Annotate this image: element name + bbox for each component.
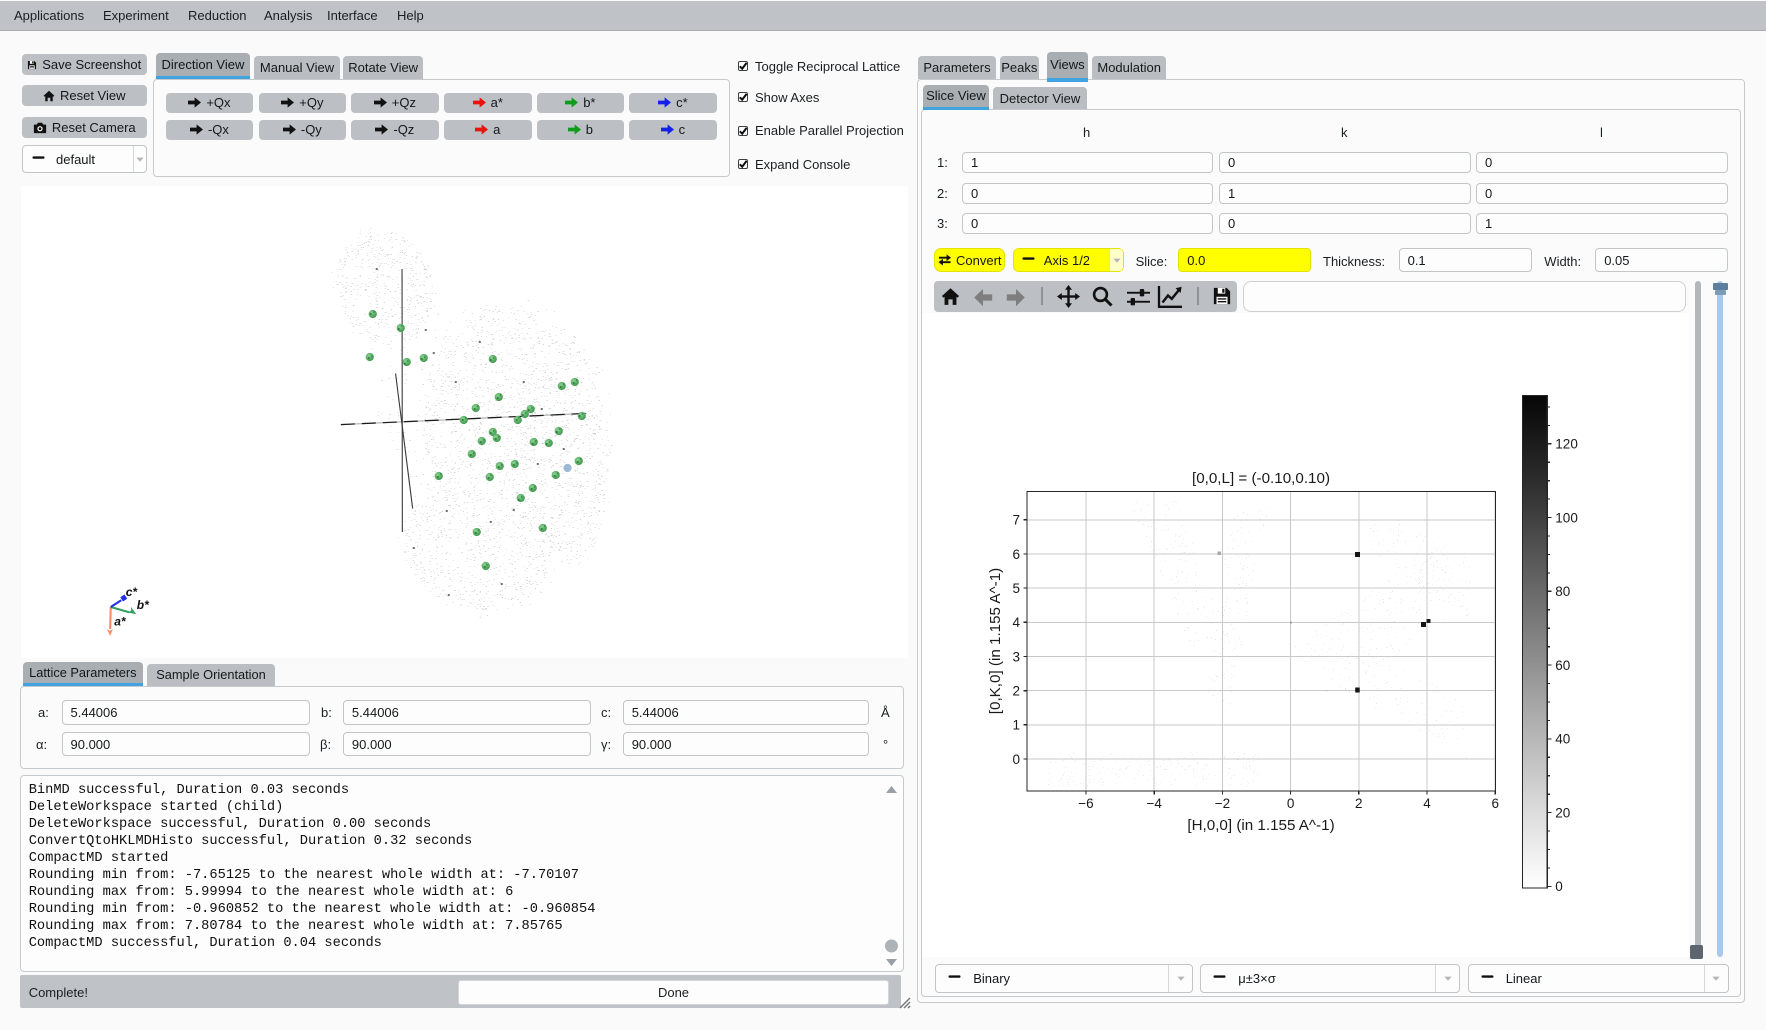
svg-text:20: 20 [1555, 805, 1570, 820]
svg-text:2: 2 [1355, 796, 1363, 811]
svg-text:−4: −4 [1146, 796, 1162, 811]
svg-text:60: 60 [1555, 658, 1570, 673]
svg-text:−6: −6 [1078, 796, 1093, 811]
svg-text:0: 0 [1555, 879, 1563, 894]
svg-text:7: 7 [1012, 513, 1020, 528]
svg-text:4: 4 [1423, 796, 1431, 811]
svg-text:[0,K,0] (in 1.155 A^-1): [0,K,0] (in 1.155 A^-1) [987, 568, 1004, 714]
svg-text:0: 0 [1012, 752, 1020, 767]
svg-text:4: 4 [1012, 615, 1020, 630]
svg-text:6: 6 [1491, 796, 1499, 811]
svg-text:2: 2 [1012, 684, 1020, 699]
svg-text:c*: c* [125, 585, 138, 599]
svg-text:[0,0,L] = (-0.10,0.10): [0,0,L] = (-0.10,0.10) [1192, 470, 1330, 487]
svg-text:40: 40 [1555, 732, 1570, 747]
svg-text:120: 120 [1555, 437, 1578, 452]
svg-text:3: 3 [1012, 649, 1020, 664]
svg-text:[H,0,0] (in 1.155 A^-1): [H,0,0] (in 1.155 A^-1) [1187, 817, 1334, 834]
svg-text:b*: b* [136, 598, 149, 612]
svg-text:6: 6 [1012, 547, 1020, 562]
svg-text:1: 1 [1012, 718, 1020, 733]
svg-text:100: 100 [1555, 510, 1578, 525]
svg-text:5: 5 [1012, 581, 1020, 596]
svg-text:0: 0 [1287, 796, 1295, 811]
svg-text:80: 80 [1555, 584, 1570, 599]
svg-text:a*: a* [114, 615, 127, 629]
svg-text:−2: −2 [1215, 796, 1230, 811]
